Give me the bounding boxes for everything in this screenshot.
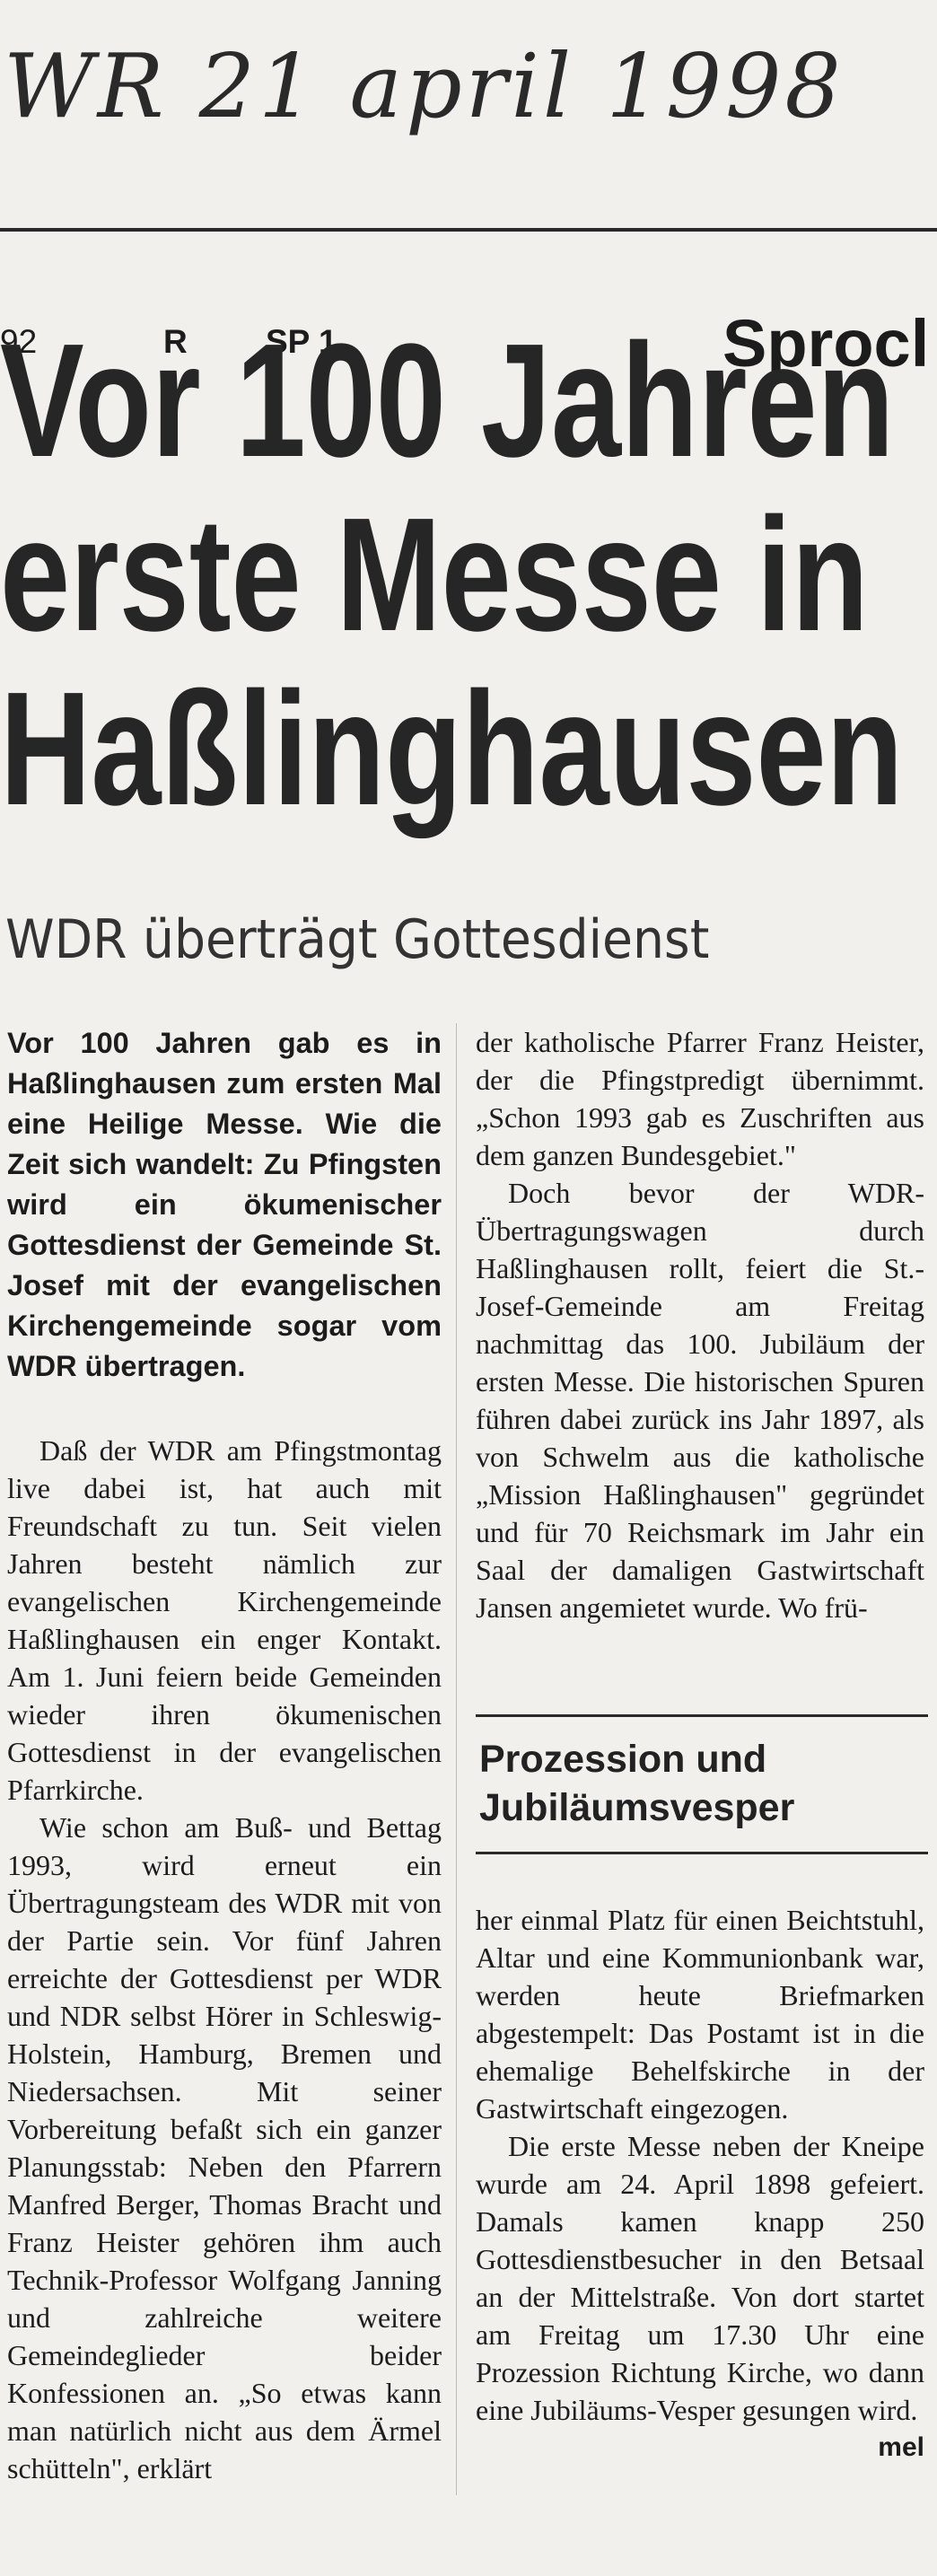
body-paragraph: Wie schon am Buß- und Bettag 1993, wird … [7,1811,442,2484]
handwritten-date-note: WR 21 april 1998 [4,36,845,138]
body-paragraph: her einmal Platz für einen Beichtstuhl, … [476,1904,924,2125]
left-column: Vor 100 Jahren gab es in Haßlinghausen z… [7,1023,442,2487]
body-paragraph-text: Die erste Messe neben der Kneipe wurde a… [476,2130,924,2426]
header-rule [0,228,937,232]
author-byline: mel [878,2432,924,2462]
right-column-continued: her einmal Platz für einen Beichtstuhl, … [476,1901,924,2466]
body-paragraph: Doch bevor der WDR-Übertragungswagen dur… [476,1177,924,1624]
subhead-line: Prozession und [479,1738,767,1781]
subheadline: WDR überträgt Gottesdienst [5,908,710,971]
body-paragraph: der katholische Pfarrer Franz Heister, d… [476,1026,924,1171]
column-divider [456,1023,457,2495]
right-column: der katholische Pfarrer Franz Heister, d… [476,1023,924,1626]
headline-line: Haßlinghausen [0,659,904,839]
lead-paragraph: Vor 100 Jahren gab es in Haßlinghausen z… [7,1027,442,1382]
headline-line: erste Messe in [0,485,869,665]
section-subhead: Prozession und Jubiläumsvesper [476,1714,928,1854]
subhead-line: Jubiläumsvesper [479,1786,795,1829]
headline: Vor 100 Jahren erste Messe in Haßlinghau… [0,311,904,839]
body-paragraph: Die erste Messe neben der Kneipe wurde a… [476,2127,924,2462]
headline-line: Vor 100 Jahren [0,311,895,491]
body-paragraph: Daß der WDR am Pfingstmontag live dabei … [7,1434,442,1806]
